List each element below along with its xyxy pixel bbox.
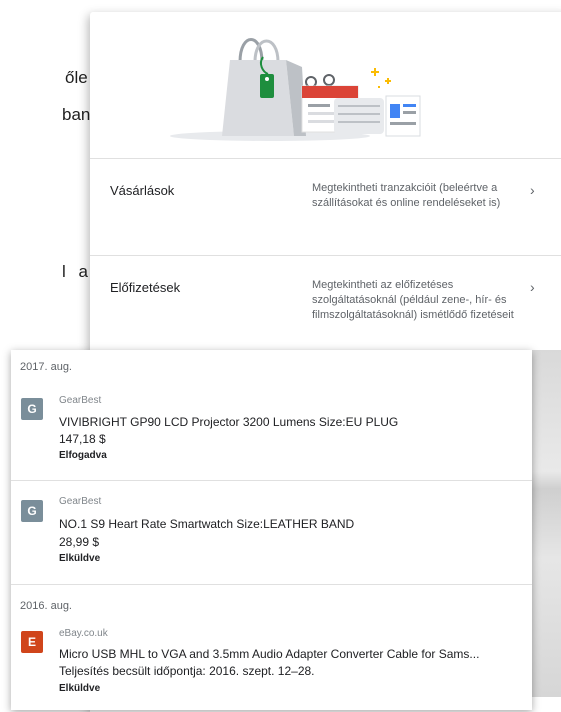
status-label: Elfogadva [59, 450, 107, 461]
status-label: Elküldve [59, 683, 101, 694]
item-title: Micro USB MHL to VGA and 3.5mm Audio Ada… [59, 647, 480, 661]
item-title: NO.1 S9 Heart Rate Smartwatch Size:LEATH… [59, 517, 355, 531]
shopping-illustration-icon [170, 38, 421, 141]
document-text-fragment: őle [65, 68, 88, 87]
document-text-fragment: l a [62, 262, 92, 281]
chevron-right-icon: › [530, 279, 535, 295]
menu-desc-subscriptions: Megtekintheti az előfizetéses szolgáltat… [312, 279, 514, 321]
delivery-estimate: Teljesítés becsült időpontja: 2016. szep… [59, 664, 315, 678]
merchant-avatar: G [21, 398, 43, 420]
menu-title-subscriptions: Előfizetések [110, 280, 181, 295]
merchant-name: GearBest [59, 395, 102, 406]
merchant-name: GearBest [59, 496, 102, 507]
background-window [530, 350, 561, 697]
section-date: 2017. aug. [20, 361, 72, 373]
status-label: Elküldve [59, 553, 101, 564]
section-date: 2016. aug. [20, 600, 72, 612]
menu-row-purchases[interactable]: Vásárlások Megtekintheti tranzakcióit (b… [90, 159, 561, 256]
transaction-row[interactable]: E eBay.co.uk Micro USB MHL to VGA and 3.… [11, 618, 532, 708]
transactions-panel: 2017. aug. G GearBest VIVIBRIGHT GP90 LC… [11, 350, 532, 710]
document-text-fragment: ban [62, 105, 91, 124]
menu-desc-purchases: Megtekintheti tranzakcióit (beleértve a … [312, 182, 501, 209]
merchant-avatar: G [21, 500, 43, 522]
chevron-right-icon: › [530, 182, 535, 198]
transaction-row[interactable]: G GearBest NO.1 S9 Heart Rate Smartwatch… [11, 481, 532, 585]
menu-title-purchases: Vásárlások [110, 183, 175, 198]
transaction-row[interactable]: G GearBest VIVIBRIGHT GP90 LCD Projector… [11, 382, 532, 481]
item-price: 147,18 $ [59, 432, 106, 446]
hero-illustration [90, 12, 561, 159]
merchant-avatar: E [21, 631, 43, 653]
item-title: VIVIBRIGHT GP90 LCD Projector 3200 Lumen… [59, 415, 399, 429]
item-price: 28,99 $ [59, 535, 100, 549]
merchant-name: eBay.co.uk [59, 628, 108, 639]
